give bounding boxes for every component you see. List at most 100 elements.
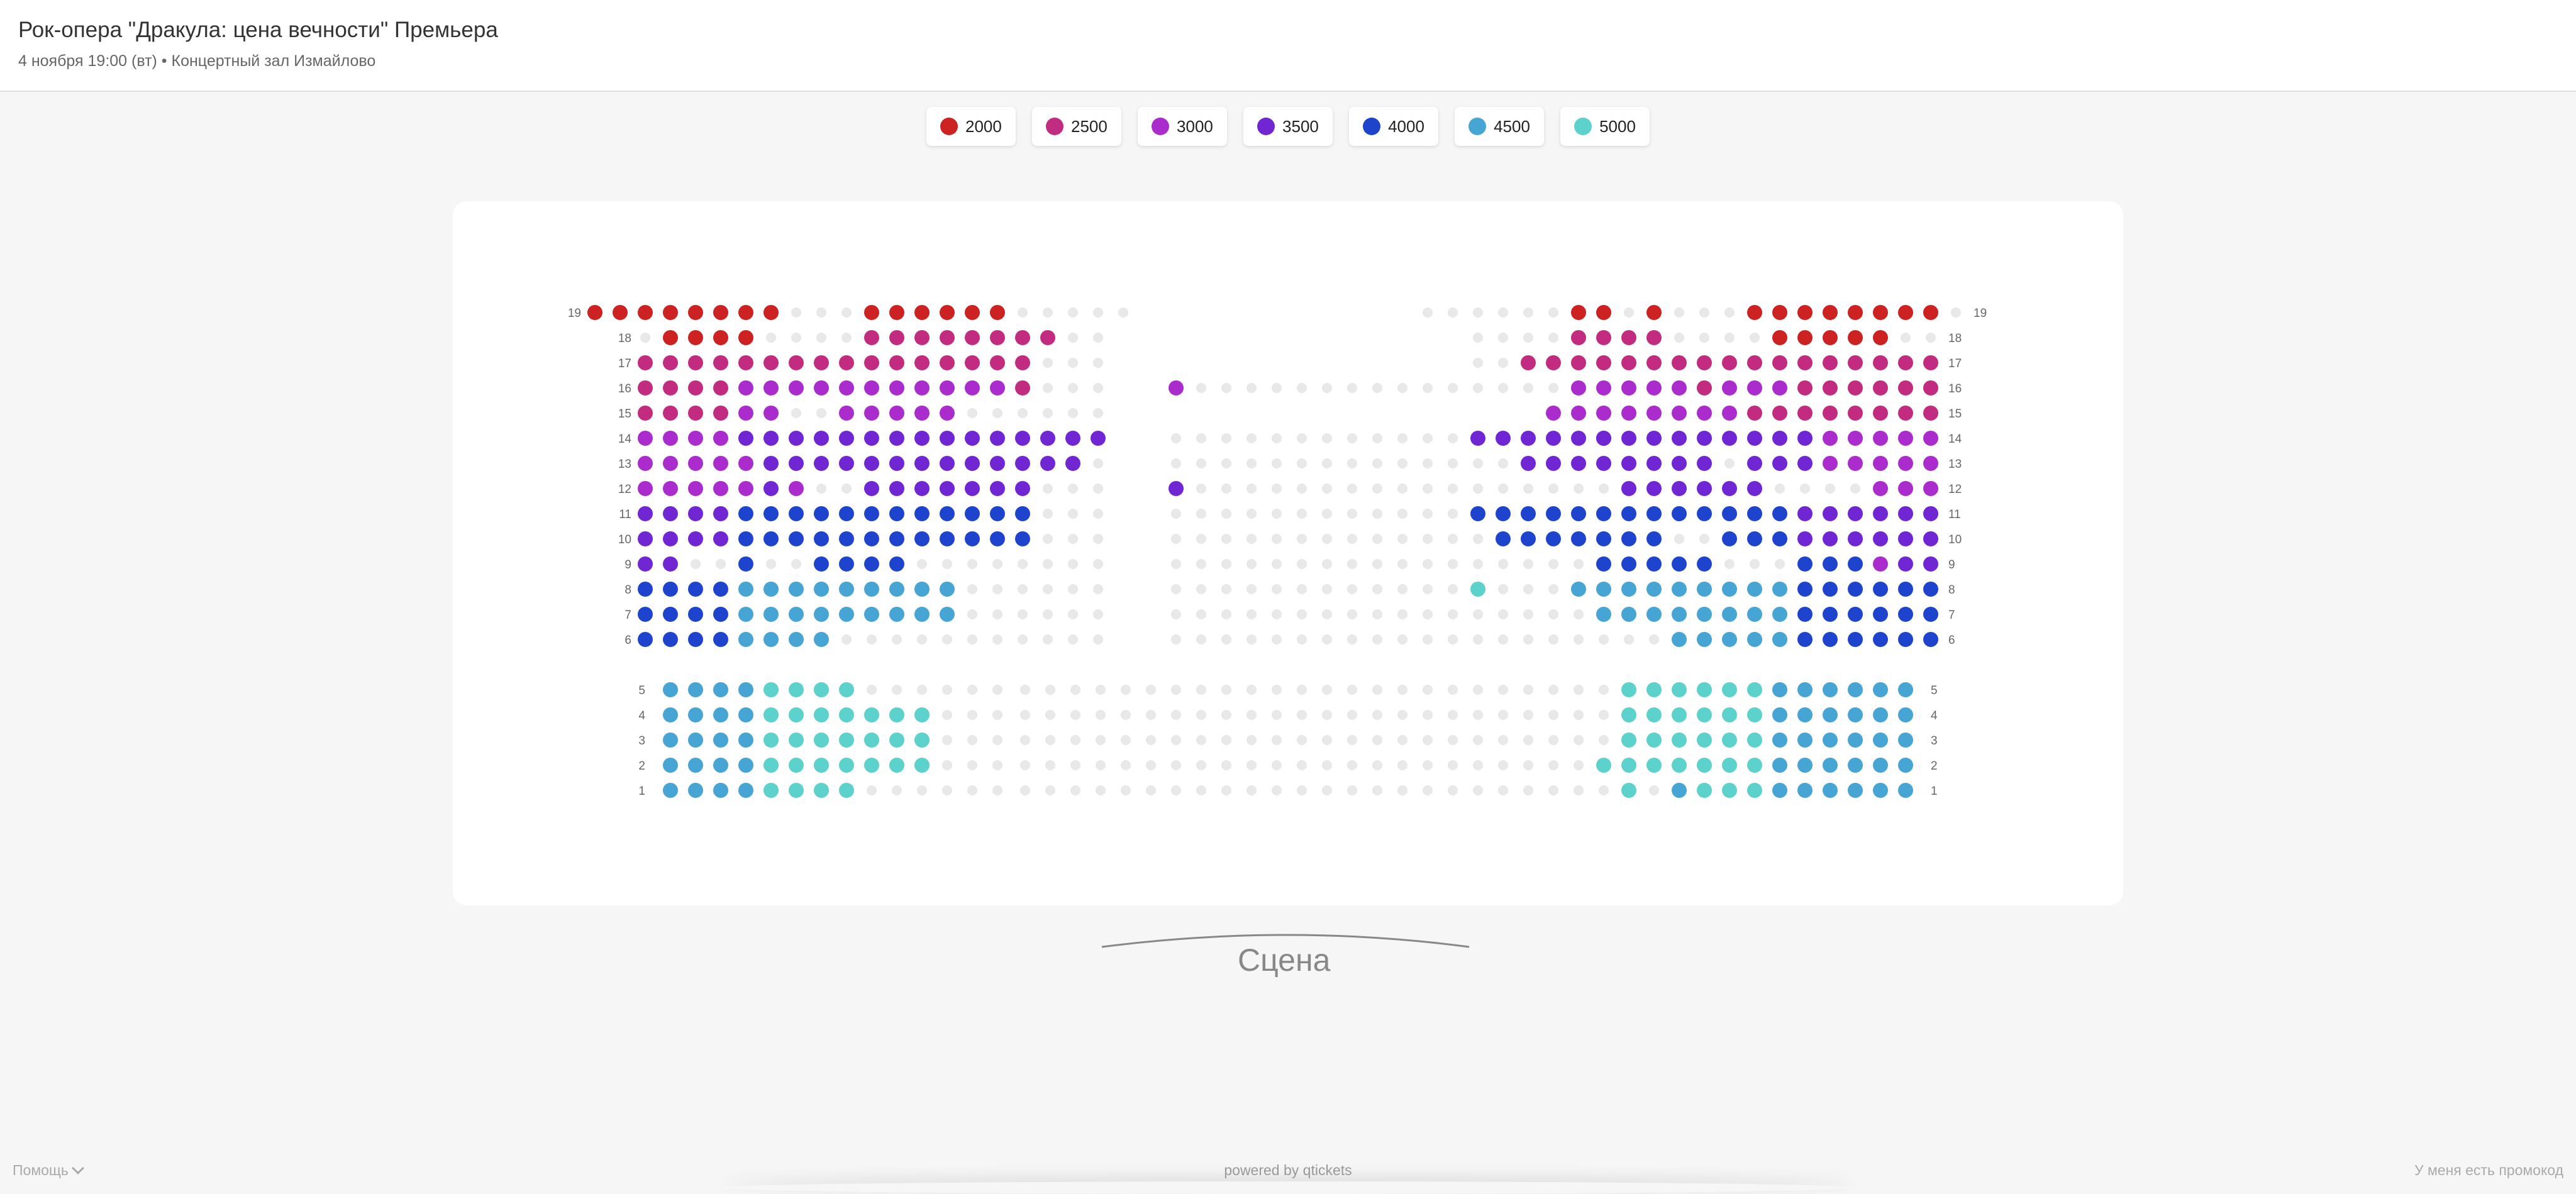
- seat-available[interactable]: [1571, 531, 1586, 546]
- seat-available[interactable]: [1621, 783, 1636, 798]
- seat-available[interactable]: [1873, 607, 1888, 622]
- seat-available[interactable]: [1772, 783, 1787, 798]
- seat-available[interactable]: [1823, 355, 1838, 370]
- seat-available[interactable]: [1521, 531, 1536, 546]
- seat-available[interactable]: [814, 783, 829, 798]
- seat-available[interactable]: [1722, 682, 1737, 697]
- seat-available[interactable]: [814, 707, 829, 722]
- seat-available[interactable]: [663, 305, 678, 320]
- seat-available[interactable]: [1873, 732, 1888, 748]
- seat-available[interactable]: [713, 431, 728, 446]
- price-filter-3000[interactable]: 3000: [1138, 107, 1227, 146]
- seat-available[interactable]: [638, 582, 653, 597]
- seat-available[interactable]: [638, 506, 653, 521]
- seat-available[interactable]: [688, 632, 703, 647]
- seat-available[interactable]: [1521, 355, 1536, 370]
- seat-available[interactable]: [763, 707, 779, 722]
- seat-available[interactable]: [990, 355, 1005, 370]
- seat-available[interactable]: [889, 582, 904, 597]
- seat-available[interactable]: [1873, 506, 1888, 521]
- seat-available[interactable]: [990, 431, 1005, 446]
- seat-available[interactable]: [1823, 682, 1838, 697]
- seat-available[interactable]: [1823, 732, 1838, 748]
- seat-available[interactable]: [814, 582, 829, 597]
- seat-available[interactable]: [839, 506, 854, 521]
- seat-available[interactable]: [1015, 481, 1030, 496]
- seat-available[interactable]: [713, 330, 728, 345]
- seat-available[interactable]: [914, 330, 930, 345]
- seat-available[interactable]: [688, 305, 703, 320]
- seat-available[interactable]: [1898, 481, 1913, 496]
- seat-available[interactable]: [1873, 632, 1888, 647]
- seat-available[interactable]: [1672, 380, 1687, 395]
- seat-available[interactable]: [889, 607, 904, 622]
- seat-available[interactable]: [713, 481, 728, 496]
- seat-available[interactable]: [1848, 607, 1863, 622]
- seat-available[interactable]: [1621, 556, 1636, 572]
- seat-available[interactable]: [1040, 330, 1055, 345]
- seat-available[interactable]: [965, 456, 980, 471]
- seat-available[interactable]: [889, 556, 904, 572]
- seat-available[interactable]: [1823, 607, 1838, 622]
- seat-available[interactable]: [1496, 531, 1511, 546]
- seat-available[interactable]: [763, 531, 779, 546]
- seat-available[interactable]: [1571, 582, 1586, 597]
- seat-available[interactable]: [688, 582, 703, 597]
- seat-available[interactable]: [864, 456, 879, 471]
- seat-available[interactable]: [914, 406, 930, 421]
- seat-available[interactable]: [1672, 456, 1687, 471]
- seat-available[interactable]: [1646, 380, 1662, 395]
- seat-available[interactable]: [1797, 456, 1813, 471]
- seat-available[interactable]: [789, 380, 804, 395]
- seat-available[interactable]: [738, 355, 753, 370]
- seat-available[interactable]: [1797, 431, 1813, 446]
- seat-available[interactable]: [638, 355, 653, 370]
- seat-available[interactable]: [1697, 406, 1712, 421]
- seat-available[interactable]: [1873, 481, 1888, 496]
- seat-available[interactable]: [1923, 431, 1938, 446]
- seat-available[interactable]: [713, 456, 728, 471]
- seat-available[interactable]: [1797, 355, 1813, 370]
- seat-available[interactable]: [1015, 531, 1030, 546]
- seat-available[interactable]: [1672, 556, 1687, 572]
- seat-available[interactable]: [1848, 330, 1863, 345]
- seat-available[interactable]: [663, 758, 678, 773]
- seat-available[interactable]: [763, 632, 779, 647]
- seat-available[interactable]: [1873, 758, 1888, 773]
- seat-available[interactable]: [1797, 582, 1813, 597]
- seat-available[interactable]: [1772, 582, 1787, 597]
- seat-available[interactable]: [1546, 355, 1561, 370]
- seat-available[interactable]: [1772, 682, 1787, 697]
- seat-available[interactable]: [1646, 330, 1662, 345]
- seat-available[interactable]: [814, 682, 829, 697]
- seat-available[interactable]: [889, 330, 904, 345]
- seat-available[interactable]: [1747, 758, 1762, 773]
- seat-available[interactable]: [713, 406, 728, 421]
- seat-available[interactable]: [1797, 607, 1813, 622]
- seat-available[interactable]: [663, 481, 678, 496]
- seat-available[interactable]: [713, 582, 728, 597]
- seat-available[interactable]: [1772, 632, 1787, 647]
- seat-available[interactable]: [1848, 305, 1863, 320]
- seat-available[interactable]: [688, 406, 703, 421]
- seat-available[interactable]: [1571, 330, 1586, 345]
- seat-available[interactable]: [1065, 431, 1080, 446]
- seat-available[interactable]: [1621, 355, 1636, 370]
- seat-available[interactable]: [864, 556, 879, 572]
- seat-available[interactable]: [1596, 431, 1611, 446]
- seat-available[interactable]: [763, 732, 779, 748]
- seat-available[interactable]: [889, 355, 904, 370]
- seat-available[interactable]: [1747, 732, 1762, 748]
- seat-available[interactable]: [789, 758, 804, 773]
- seat-available[interactable]: [1169, 380, 1184, 395]
- seat-available[interactable]: [1470, 506, 1485, 521]
- seat-available[interactable]: [663, 732, 678, 748]
- seat-available[interactable]: [1621, 607, 1636, 622]
- seat-available[interactable]: [864, 355, 879, 370]
- seat-available[interactable]: [1772, 355, 1787, 370]
- seat-available[interactable]: [1646, 607, 1662, 622]
- seat-available[interactable]: [1672, 506, 1687, 521]
- seat-available[interactable]: [789, 732, 804, 748]
- seat-available[interactable]: [688, 431, 703, 446]
- seat-available[interactable]: [763, 682, 779, 697]
